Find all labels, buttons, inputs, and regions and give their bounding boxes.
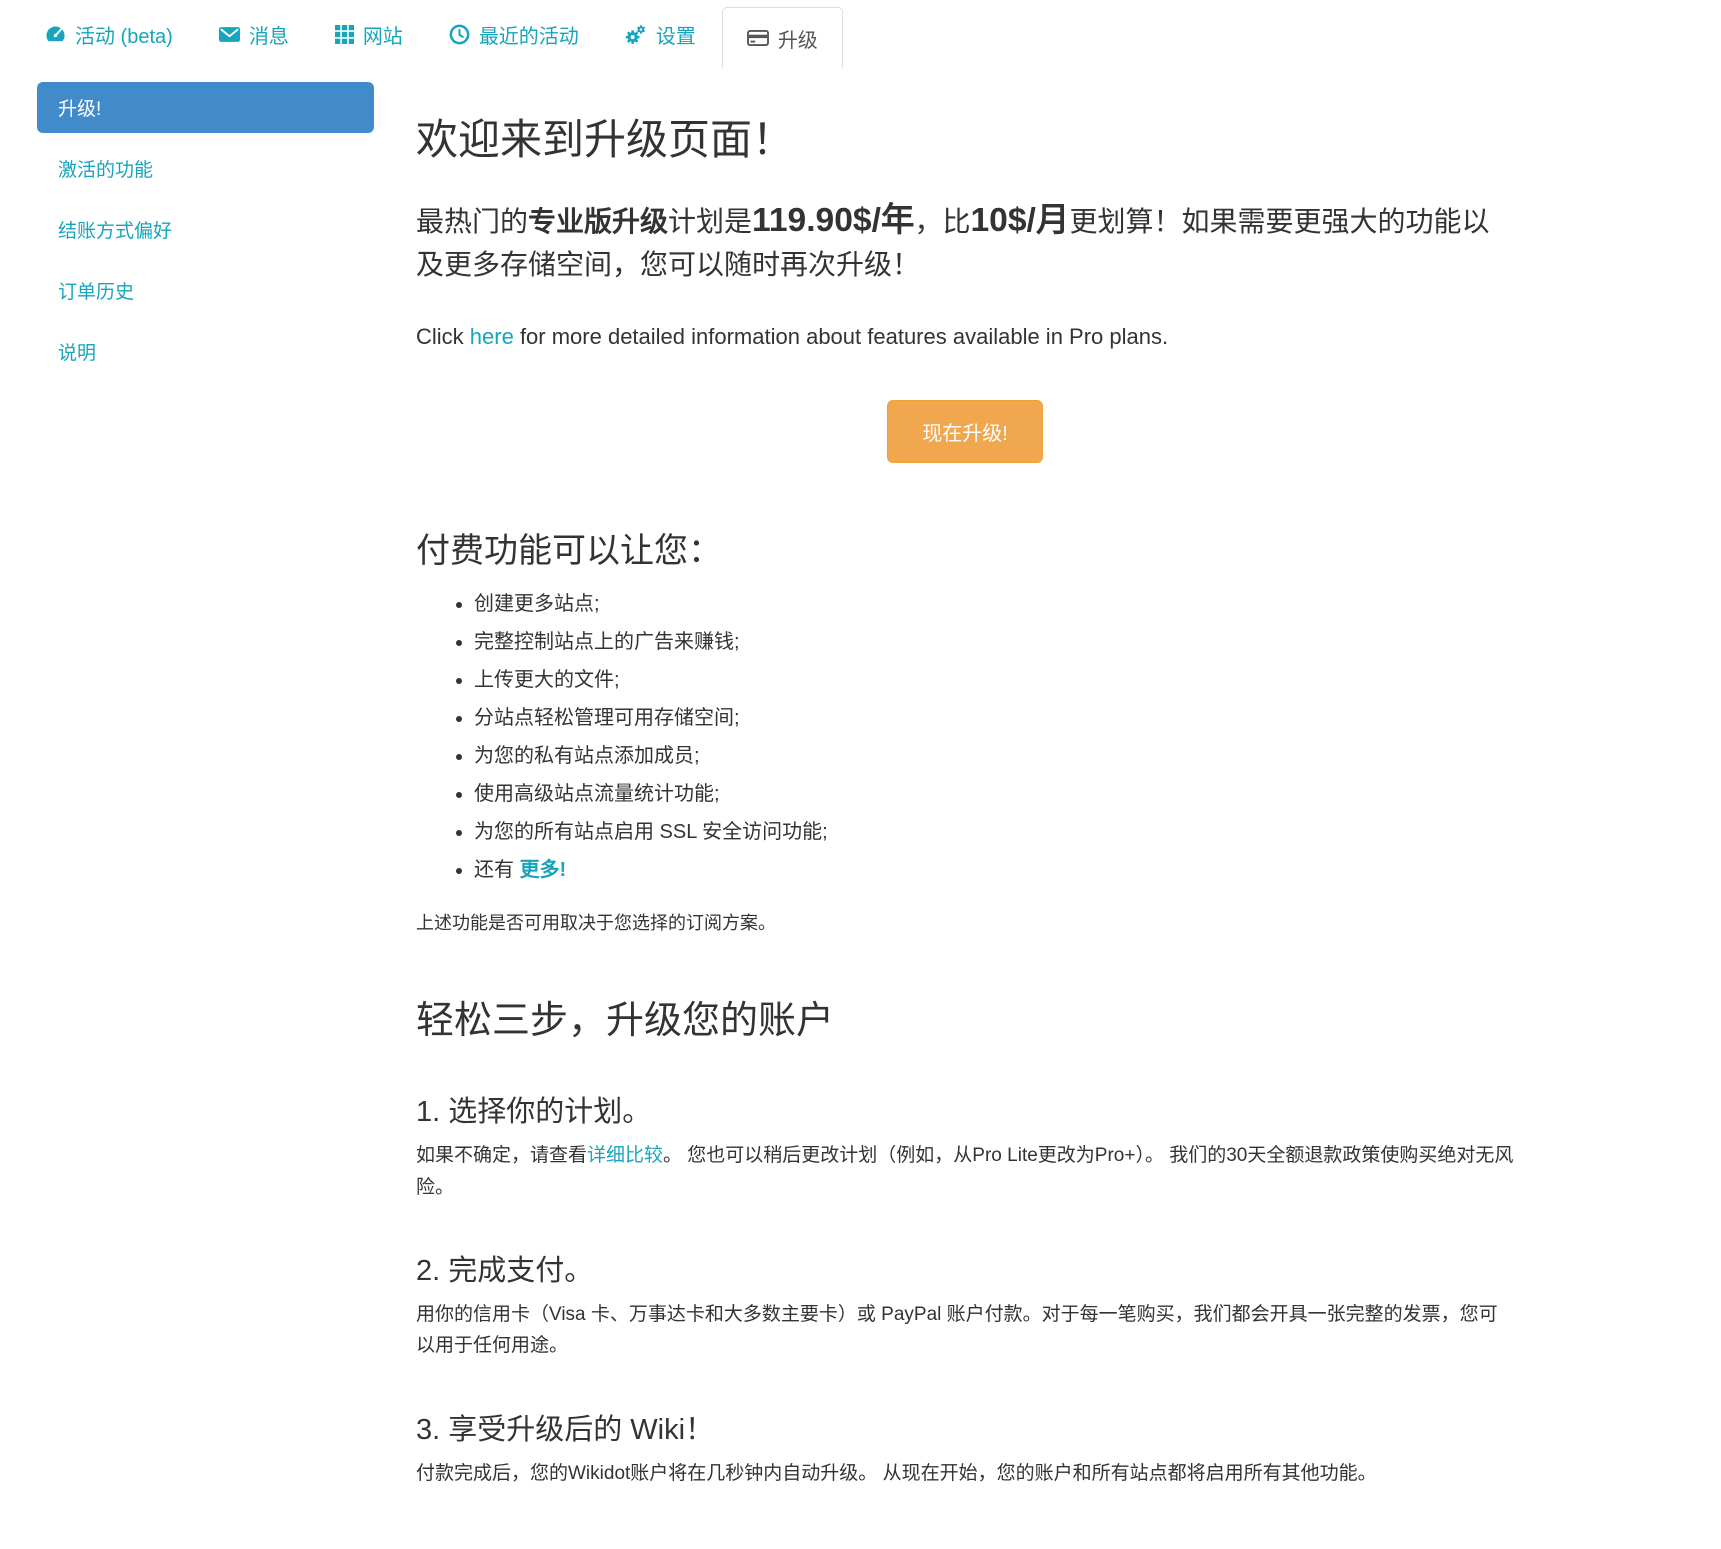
here-link[interactable]: here bbox=[470, 324, 514, 349]
tab-upgrade[interactable]: 升级 bbox=[722, 7, 843, 68]
tab-label: 设置 bbox=[656, 20, 696, 49]
sidebar: 升级! 激活的功能 结账方式偏好 订单历史 说明 bbox=[37, 82, 374, 387]
tab-label: 网站 bbox=[363, 20, 403, 49]
tab-label: 消息 bbox=[249, 20, 289, 49]
upgrade-button-row: 现在升级! bbox=[416, 400, 1514, 463]
features-list: 创建更多站点; 完整控制站点上的广告来赚钱; 上传更大的文件; 分站点轻松管理可… bbox=[416, 590, 1514, 885]
pro-info-line: Click here for more detailed information… bbox=[416, 324, 1514, 350]
detailed-comparison-link[interactable]: 详细比较 bbox=[587, 1145, 663, 1166]
tab-label: 活动 (beta) bbox=[75, 20, 173, 49]
feature-item: 使用高级站点流量统计功能; bbox=[474, 780, 1514, 809]
price-per-year: 119.90$/年 bbox=[752, 202, 914, 239]
page-title: 欢迎来到升级页面！ bbox=[416, 106, 1514, 167]
sidebar-item-order-history[interactable]: 订单历史 bbox=[37, 265, 374, 316]
upgrade-now-button[interactable]: 现在升级! bbox=[887, 400, 1043, 463]
sidebar-item-upgrade[interactable]: 升级! bbox=[37, 82, 374, 133]
gears-icon bbox=[625, 24, 647, 45]
clock-icon bbox=[449, 24, 470, 45]
tab-label: 升级 bbox=[778, 24, 818, 53]
features-heading: 付费功能可以让您： bbox=[416, 523, 1514, 572]
tab-recent-activity[interactable]: 最近的活动 bbox=[429, 0, 599, 68]
tab-activity[interactable]: 活动 (beta) bbox=[25, 0, 193, 68]
page-layout: 升级! 激活的功能 结账方式偏好 订单历史 说明 欢迎来到升级页面！ 最热门的专… bbox=[0, 68, 1721, 1549]
feature-item: 上传更大的文件; bbox=[474, 666, 1514, 695]
feature-item: 分站点轻松管理可用存储空间; bbox=[474, 704, 1514, 733]
tab-messages[interactable]: 消息 bbox=[199, 0, 309, 68]
feature-item: 完整控制站点上的广告来赚钱; bbox=[474, 628, 1514, 657]
step-1-body: 如果不确定，请查看详细比较。 您也可以稍后更改计划（例如，从Pro Lite更改… bbox=[416, 1140, 1514, 1203]
step-3-body: 付款完成后，您的Wikidot账户将在几秒钟内自动升级。 从现在开始，您的账户和… bbox=[416, 1458, 1514, 1489]
feature-item: 创建更多站点; bbox=[474, 590, 1514, 619]
step-3-title: 3. 享受升级后的 Wiki！ bbox=[416, 1406, 1514, 1448]
step-1-title: 1. 选择你的计划。 bbox=[416, 1088, 1514, 1130]
sidebar-item-notes[interactable]: 说明 bbox=[37, 326, 374, 377]
more-link[interactable]: 更多! bbox=[520, 859, 567, 881]
envelope-icon bbox=[219, 26, 240, 43]
intro-paragraph: 最热门的专业版升级计划是119.90$/年，比10$/月更划算！如果需要更强大的… bbox=[416, 197, 1514, 284]
tab-sites[interactable]: 网站 bbox=[315, 0, 423, 68]
feature-item-more: 还有 更多! bbox=[474, 856, 1514, 885]
top-tab-bar: 活动 (beta) 消息 网站 最近的活动 bbox=[0, 0, 1721, 68]
main-content: 欢迎来到升级页面！ 最热门的专业版升级计划是119.90$/年，比10$/月更划… bbox=[416, 82, 1514, 1549]
plan-name: 专业版升级 bbox=[528, 206, 668, 237]
feature-item: 为您的所有站点启用 SSL 安全访问功能; bbox=[474, 818, 1514, 847]
step-2-body: 用你的信用卡（Visa 卡、万事达卡和大多数主要卡）或 PayPal 账户付款。… bbox=[416, 1299, 1514, 1362]
feature-item: 为您的私有站点添加成员; bbox=[474, 742, 1514, 771]
credit-card-icon bbox=[747, 29, 769, 47]
tab-settings[interactable]: 设置 bbox=[605, 0, 716, 68]
tab-label: 最近的活动 bbox=[479, 20, 579, 49]
features-note: 上述功能是否可用取决于您选择的订阅方案。 bbox=[416, 909, 1514, 935]
steps-heading: 轻松三步，升级您的账户 bbox=[416, 989, 1514, 1044]
dashboard-icon bbox=[45, 24, 66, 45]
price-per-month: 10$/月 bbox=[971, 202, 1070, 239]
step-2-title: 2. 完成支付。 bbox=[416, 1247, 1514, 1289]
sidebar-item-activated-features[interactable]: 激活的功能 bbox=[37, 143, 374, 194]
sidebar-item-billing-preferences[interactable]: 结账方式偏好 bbox=[37, 204, 374, 255]
grid-icon bbox=[335, 25, 354, 44]
